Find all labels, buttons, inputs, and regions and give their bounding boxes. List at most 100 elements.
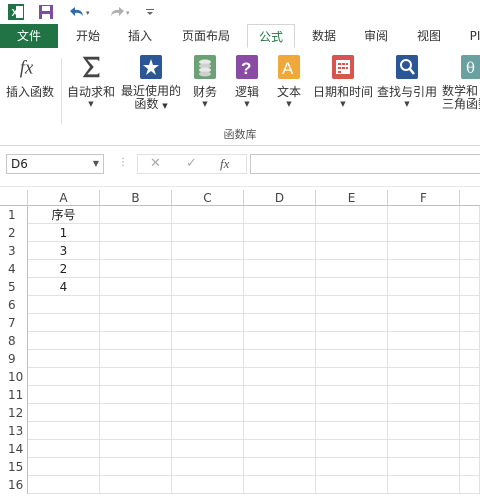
- cell-c3[interactable]: [172, 242, 244, 260]
- cell-c2[interactable]: [172, 224, 244, 242]
- row-header[interactable]: 8: [0, 332, 28, 350]
- cell-g13[interactable]: [460, 422, 480, 440]
- col-header-f[interactable]: F: [388, 190, 460, 206]
- insert-function-button[interactable]: fx 插入函数: [4, 54, 56, 100]
- tab-insert[interactable]: 插入: [116, 24, 164, 48]
- customize-icon[interactable]: [142, 3, 158, 21]
- cell-f5[interactable]: [388, 278, 460, 296]
- date-time-button[interactable]: 日期和时间 ▼: [312, 54, 374, 109]
- tab-data[interactable]: 数据: [300, 24, 348, 48]
- cell-a12[interactable]: [28, 404, 100, 422]
- cell-e2[interactable]: [316, 224, 388, 242]
- cell-g9[interactable]: [460, 350, 480, 368]
- cell-g11[interactable]: [460, 386, 480, 404]
- row-header[interactable]: 3: [0, 242, 28, 260]
- redo-icon[interactable]: ▾: [106, 3, 134, 21]
- cell-e16[interactable]: [316, 476, 388, 494]
- row-header[interactable]: 16: [0, 476, 28, 494]
- undo-icon[interactable]: ▾: [66, 3, 94, 21]
- cell-c15[interactable]: [172, 458, 244, 476]
- cell-a5[interactable]: 4: [28, 278, 100, 296]
- cell-b5[interactable]: [100, 278, 172, 296]
- cell-d3[interactable]: [244, 242, 316, 260]
- cell-d5[interactable]: [244, 278, 316, 296]
- cell-e10[interactable]: [316, 368, 388, 386]
- text-button[interactable]: A 文本 ▼: [272, 54, 306, 109]
- cell-a7[interactable]: [28, 314, 100, 332]
- cell-f2[interactable]: [388, 224, 460, 242]
- cell-c1[interactable]: [172, 206, 244, 224]
- cell-f7[interactable]: [388, 314, 460, 332]
- cell-e5[interactable]: [316, 278, 388, 296]
- cell-g4[interactable]: [460, 260, 480, 278]
- cell-c5[interactable]: [172, 278, 244, 296]
- cell-d15[interactable]: [244, 458, 316, 476]
- row-header[interactable]: 9: [0, 350, 28, 368]
- row-header[interactable]: 6: [0, 296, 28, 314]
- save-icon[interactable]: [36, 3, 56, 21]
- select-all-corner[interactable]: [0, 190, 28, 206]
- chevron-down-icon[interactable]: ▼: [93, 155, 99, 173]
- cell-a15[interactable]: [28, 458, 100, 476]
- recently-used-button[interactable]: 最近使用的 函数 ▼: [120, 54, 182, 113]
- row-header[interactable]: 14: [0, 440, 28, 458]
- cell-b14[interactable]: [100, 440, 172, 458]
- financial-button[interactable]: 财务 ▼: [188, 54, 222, 109]
- cell-a10[interactable]: [28, 368, 100, 386]
- cell-b3[interactable]: [100, 242, 172, 260]
- cell-g5[interactable]: [460, 278, 480, 296]
- cell-a3[interactable]: 3: [28, 242, 100, 260]
- row-header[interactable]: 2: [0, 224, 28, 242]
- cell-e4[interactable]: [316, 260, 388, 278]
- cell-d4[interactable]: [244, 260, 316, 278]
- cell-d8[interactable]: [244, 332, 316, 350]
- cell-e12[interactable]: [316, 404, 388, 422]
- cell-b2[interactable]: [100, 224, 172, 242]
- cell-c4[interactable]: [172, 260, 244, 278]
- cell-g8[interactable]: [460, 332, 480, 350]
- cell-f3[interactable]: [388, 242, 460, 260]
- row-header[interactable]: 11: [0, 386, 28, 404]
- insert-function-icon[interactable]: fx: [220, 156, 229, 172]
- col-header-d[interactable]: D: [244, 190, 316, 206]
- row-header[interactable]: 5: [0, 278, 28, 296]
- cell-a13[interactable]: [28, 422, 100, 440]
- cell-e6[interactable]: [316, 296, 388, 314]
- row-header[interactable]: 4: [0, 260, 28, 278]
- cell-c11[interactable]: [172, 386, 244, 404]
- autosum-button[interactable]: 自动求和 ▼: [66, 54, 116, 109]
- cell-b13[interactable]: [100, 422, 172, 440]
- enter-icon[interactable]: ✓: [186, 156, 197, 171]
- row-header[interactable]: 10: [0, 368, 28, 386]
- cell-c8[interactable]: [172, 332, 244, 350]
- cell-g1[interactable]: [460, 206, 480, 224]
- cell-g7[interactable]: [460, 314, 480, 332]
- cell-d14[interactable]: [244, 440, 316, 458]
- cell-c16[interactable]: [172, 476, 244, 494]
- cancel-icon[interactable]: ✕: [150, 156, 161, 171]
- cell-f14[interactable]: [388, 440, 460, 458]
- cell-c13[interactable]: [172, 422, 244, 440]
- cell-e11[interactable]: [316, 386, 388, 404]
- cell-d6[interactable]: [244, 296, 316, 314]
- cell-f15[interactable]: [388, 458, 460, 476]
- cell-c6[interactable]: [172, 296, 244, 314]
- cell-b8[interactable]: [100, 332, 172, 350]
- cell-f4[interactable]: [388, 260, 460, 278]
- cell-d9[interactable]: [244, 350, 316, 368]
- cell-a2[interactable]: 1: [28, 224, 100, 242]
- logical-button[interactable]: ? 逻辑 ▼: [230, 54, 264, 109]
- cell-f9[interactable]: [388, 350, 460, 368]
- cell-c12[interactable]: [172, 404, 244, 422]
- col-header-g[interactable]: [460, 190, 480, 206]
- cell-a16[interactable]: [28, 476, 100, 494]
- row-header[interactable]: 1: [0, 206, 28, 224]
- cell-f6[interactable]: [388, 296, 460, 314]
- tab-home[interactable]: 开始: [64, 24, 112, 48]
- cell-g12[interactable]: [460, 404, 480, 422]
- name-box[interactable]: D6 ▼: [6, 154, 104, 174]
- cell-d10[interactable]: [244, 368, 316, 386]
- cell-f13[interactable]: [388, 422, 460, 440]
- tab-view[interactable]: 视图: [405, 24, 453, 48]
- cell-g3[interactable]: [460, 242, 480, 260]
